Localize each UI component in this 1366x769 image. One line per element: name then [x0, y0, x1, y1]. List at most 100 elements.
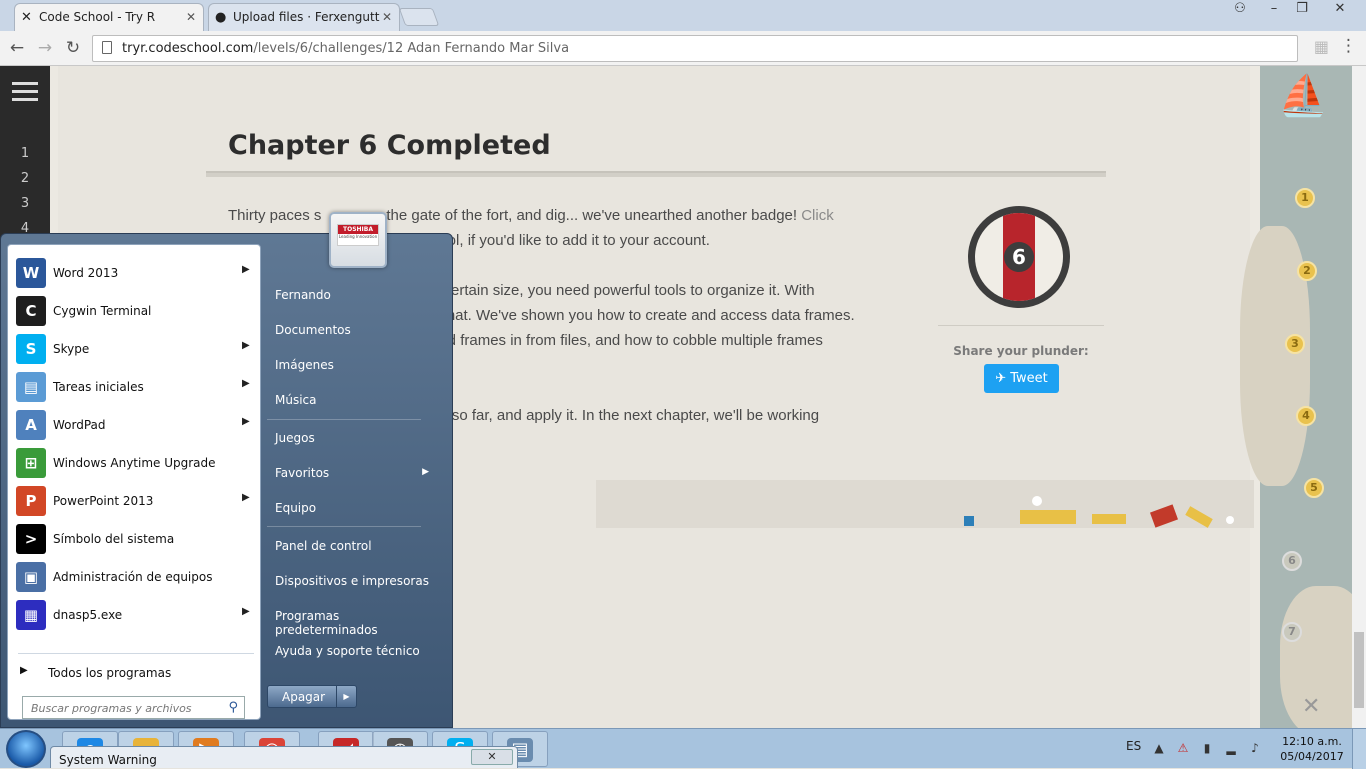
reload-icon[interactable]: ↻ — [62, 37, 84, 59]
badge-number: 6 — [1004, 242, 1034, 272]
start-program-item[interactable]: > Símbolo del sistema — [12, 521, 258, 557]
menu-icon[interactable]: ⋮ — [1340, 36, 1357, 56]
user-picture[interactable]: TOSHIBA Leading Innovation — [329, 212, 387, 268]
tab-upload-files[interactable]: ● Upload files · Ferxengutt ✕ — [208, 3, 400, 31]
paragraph-text: Thirty paces s — [228, 207, 322, 224]
browser-toolbar: ← → ↻ tryr.codeschool.com/levels/6/chall… — [0, 31, 1366, 66]
treasure-strip — [596, 480, 1254, 528]
close-window-button[interactable]: ✕ — [1322, 0, 1358, 20]
start-search-input[interactable]: Buscar programas y archivos ⚲ — [22, 696, 245, 719]
badge-link[interactable]: Click — [801, 207, 834, 224]
tab-code-school[interactable]: ✕ Code School - Try R ✕ — [14, 3, 204, 31]
start-program-item[interactable]: P PowerPoint 2013 ▶ — [12, 483, 258, 519]
line-number: 2 — [20, 171, 30, 186]
start-menu-link-label: Fernando — [275, 288, 331, 302]
start-program-item[interactable]: ▤ Tareas iniciales ▶ — [12, 369, 258, 405]
close-tab-icon[interactable]: ✕ — [382, 10, 392, 24]
program-label: dnasp5.exe — [53, 608, 123, 622]
map-level-node[interactable]: 4 — [1296, 406, 1316, 426]
start-menu-link[interactable]: Documentos — [267, 316, 439, 344]
submenu-arrow-icon[interactable]: ▶ — [242, 264, 250, 275]
windows-start-orb-icon[interactable] — [6, 730, 46, 768]
chapter-badge: 6 — [968, 206, 1070, 308]
forward-arrow-icon[interactable]: → — [34, 37, 56, 59]
map-level-node[interactable]: 3 — [1285, 334, 1305, 354]
extension-icon[interactable]: ▦ — [1314, 37, 1329, 56]
triangle-right-icon: ▶ — [20, 665, 28, 676]
course-map: ⛵ 1 2 3 4 5 6 7 ✕ — [1240, 66, 1366, 736]
start-menu-link[interactable]: Panel de control — [267, 532, 439, 560]
back-arrow-icon[interactable]: ← — [6, 37, 28, 59]
map-level-node[interactable]: 1 — [1295, 188, 1315, 208]
program-label: Tareas iniciales — [53, 380, 144, 394]
volume-icon[interactable]: ♪ — [1248, 741, 1262, 755]
code-school-icon: ✕ — [21, 10, 32, 25]
address-bar[interactable]: tryr.codeschool.com/levels/6/challenges/… — [92, 35, 1357, 62]
taskbar-clock[interactable]: 12:10 a.m. 05/04/2017 — [1278, 734, 1346, 764]
start-menu-link[interactable]: Favoritos ▶ — [267, 459, 439, 487]
map-level-node[interactable]: 6 — [1282, 551, 1302, 571]
map-level-node[interactable]: 5 — [1304, 478, 1324, 498]
device-icon[interactable]: ▮ — [1200, 741, 1214, 755]
clock-time: 12:10 a.m. — [1282, 735, 1342, 748]
start-menu-link[interactable]: Imágenes — [267, 351, 439, 379]
search-placeholder: Buscar programas y archivos — [31, 702, 192, 715]
map-level-node[interactable]: 7 — [1282, 622, 1302, 642]
start-menu-link[interactable]: Ayuda y soporte técnico — [267, 637, 439, 665]
maximize-button[interactable]: ❐ — [1288, 0, 1316, 20]
show-desktop-button[interactable] — [1352, 729, 1366, 769]
show-hidden-icons-icon[interactable]: ▲ — [1152, 741, 1166, 755]
tweet-button[interactable]: ✈ Tweet — [984, 364, 1059, 393]
user-icon[interactable]: ⚇ — [1226, 0, 1254, 20]
start-menu-link[interactable]: Música — [267, 386, 439, 414]
submenu-arrow-icon[interactable]: ▶ — [242, 340, 250, 351]
start-program-item[interactable]: W Word 2013 ▶ — [12, 255, 258, 291]
submenu-arrow-icon[interactable]: ▶ — [242, 606, 250, 617]
close-icon[interactable]: ✕ — [471, 749, 513, 765]
map-level-node[interactable]: 2 — [1297, 261, 1317, 281]
start-menu-link[interactable]: Programas predeterminados — [267, 602, 439, 637]
submenu-arrow-icon[interactable]: ▶ — [242, 378, 250, 389]
treasure-x-icon: ✕ — [1302, 694, 1321, 719]
start-program-item[interactable]: ▣ Administración de equipos — [12, 559, 258, 595]
start-menu-link[interactable]: Equipo — [267, 494, 439, 522]
shutdown-button[interactable]: Apagar ▶ — [267, 685, 357, 708]
gold-bar-icon — [1185, 506, 1213, 528]
url-path: /levels/6/challenges/12 Adan Fernando Ma… — [253, 41, 570, 56]
program-label: Skype — [53, 342, 90, 356]
submenu-arrow-icon[interactable]: ▶ — [242, 416, 250, 427]
shutdown-options-arrow-icon[interactable]: ▶ — [336, 686, 356, 707]
signal-strength-icon[interactable]: ▂ — [1224, 741, 1238, 755]
all-programs-button[interactable]: ▶ Todos los programas — [16, 661, 256, 683]
submenu-arrow-icon[interactable]: ▶ — [422, 467, 429, 477]
start-menu-link[interactable]: Juegos — [267, 424, 439, 452]
system-warning-window[interactable]: System Warning ✕ — [50, 746, 518, 768]
program-label: Windows Anytime Upgrade — [53, 456, 216, 470]
shutdown-label: Apagar — [282, 690, 326, 704]
page-scrollbar[interactable] — [1352, 66, 1366, 728]
clock-date: 05/04/2017 — [1280, 750, 1344, 763]
start-program-item[interactable]: S Skype ▶ — [12, 331, 258, 367]
all-programs-label: Todos los programas — [48, 666, 172, 680]
start-program-item[interactable]: ▦ dnasp5.exe ▶ — [12, 597, 258, 633]
gold-bar-icon — [1092, 514, 1126, 524]
cmd-icon: > — [16, 524, 46, 554]
new-tab-button[interactable] — [398, 8, 440, 26]
start-menu-link[interactable]: Dispositivos e impresoras — [267, 567, 439, 595]
search-icon: ⚲ — [228, 700, 238, 715]
language-indicator[interactable]: ES — [1126, 739, 1141, 753]
close-tab-icon[interactable]: ✕ — [186, 10, 196, 24]
minimize-button[interactable]: – — [1260, 0, 1288, 20]
hamburger-menu-icon[interactable] — [12, 82, 38, 102]
program-label: PowerPoint 2013 — [53, 494, 154, 508]
start-menu-link[interactable]: Fernando — [267, 281, 439, 309]
tab-title: Upload files · Ferxengutt — [233, 10, 380, 24]
submenu-arrow-icon[interactable]: ▶ — [242, 492, 250, 503]
share-label: Share your plunder: — [953, 344, 1089, 358]
start-program-item[interactable]: A WordPad ▶ — [12, 407, 258, 443]
start-program-item[interactable]: ⊞ Windows Anytime Upgrade — [12, 445, 258, 481]
security-alert-icon[interactable]: ⚠ — [1176, 741, 1190, 755]
start-programs-pane: W Word 2013 ▶ C Cygwin Terminal S Skype ▶ ▤ Tarea… — [7, 244, 261, 720]
scrollbar-thumb[interactable] — [1354, 632, 1364, 708]
start-program-item[interactable]: C Cygwin Terminal — [12, 293, 258, 329]
